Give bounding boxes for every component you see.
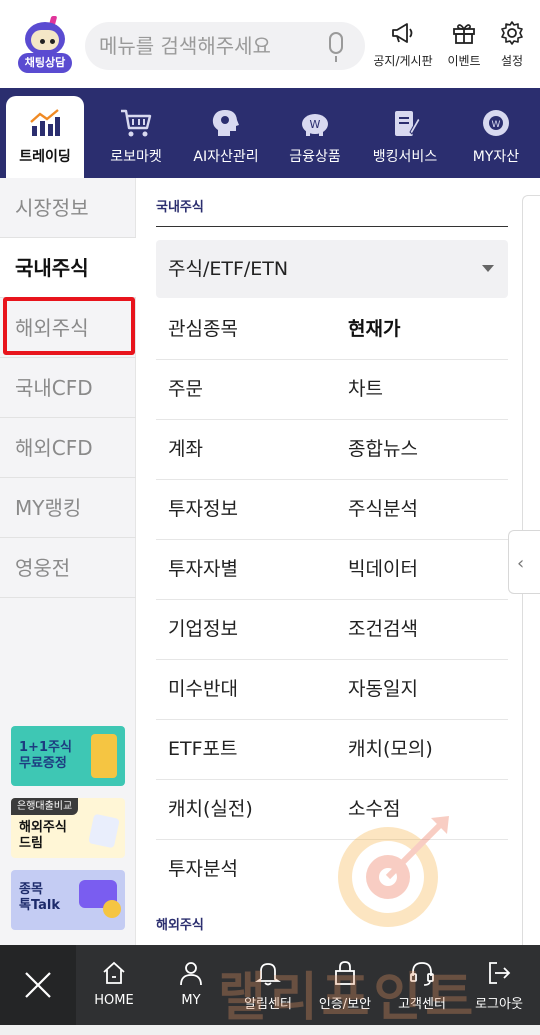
dropdown-value: 주식/ETF/ETN xyxy=(168,258,289,280)
sidebar-item-domestic-stocks[interactable]: 국내주식 xyxy=(0,238,136,298)
close-icon xyxy=(25,972,51,998)
tab-label: 로보마켓 xyxy=(110,149,162,165)
settings-button[interactable]: 설정 xyxy=(494,20,530,69)
red-highlight-box xyxy=(3,297,135,355)
tab-trading[interactable]: 트레이딩 xyxy=(6,96,84,178)
menu-search-input[interactable]: 메뉴를 검색해주세요 xyxy=(85,22,365,70)
menu-item-company-info[interactable]: 기업정보 xyxy=(156,599,336,659)
menu-item-chart[interactable]: 차트 xyxy=(336,359,508,419)
menu-item-catch-mock[interactable]: 캐치(모의) xyxy=(336,719,508,779)
tab-robomarket[interactable]: 로보마켓 xyxy=(100,88,172,178)
tab-ai-asset[interactable]: AI자산관리 xyxy=(184,88,268,178)
megaphone-icon xyxy=(392,23,413,43)
menu-item-watchlist[interactable]: 관심종목 xyxy=(156,299,336,359)
chatbot-robot-icon xyxy=(25,22,65,56)
promo-banner-free-stock[interactable]: 1+1주식 무료증정 xyxy=(11,726,125,786)
chevron-left-icon: ‹ xyxy=(517,553,525,574)
search-placeholder: 메뉴를 검색해주세요 xyxy=(99,34,271,58)
banner-line: 무료증정 xyxy=(19,756,67,771)
tab-label: 트레이딩 xyxy=(19,149,71,165)
menu-item-catch-real[interactable]: 캐치(실전) xyxy=(156,779,336,839)
tab-label: MY자산 xyxy=(472,149,520,165)
menu-item-auto-journal[interactable]: 자동일지 xyxy=(336,659,508,719)
menu-panel: 국내주식 주식/ETF/ETN 관심종목 현재가 주문 차트 계좌 종합뉴스 투… xyxy=(136,178,520,945)
category-dropdown[interactable]: 주식/ETF/ETN xyxy=(156,240,508,298)
notice-board-button[interactable]: 공지/게시판 xyxy=(370,20,436,69)
menu-item-news[interactable]: 종합뉴스 xyxy=(336,419,508,479)
trading-chart-icon xyxy=(30,109,60,136)
tab-label: 금융상품 xyxy=(289,149,341,165)
event-button[interactable]: 이벤트 xyxy=(444,20,484,69)
promo-banner-stock-talk[interactable]: 종목 톡Talk xyxy=(11,870,125,930)
section-divider xyxy=(156,226,508,227)
sidebar-item-my-ranking[interactable]: MY랭킹 xyxy=(0,478,136,538)
section-title: 국내주식 xyxy=(156,200,204,215)
notice-label: 공지/게시판 xyxy=(373,54,433,68)
bottom-label: HOME xyxy=(94,993,134,1008)
menu-item-etf-portfolio[interactable]: ETF포트 xyxy=(156,719,336,779)
left-sidebar: 시장정보 국내주식 해외주식 국내CFD 해외CFD MY랭킹 영웅전 1+1주… xyxy=(0,178,136,945)
gift-icon xyxy=(453,24,475,44)
microphone-icon[interactable] xyxy=(329,32,343,62)
menu-item-big-data[interactable]: 빅데이터 xyxy=(336,539,508,599)
person-icon xyxy=(180,962,202,986)
bottom-safe-area xyxy=(0,1025,540,1035)
tab-label: AI자산관리 xyxy=(193,149,259,165)
menu-item-order[interactable]: 주문 xyxy=(156,359,336,419)
menu-item-by-investor[interactable]: 투자자별 xyxy=(156,539,336,599)
tab-banking[interactable]: 뱅킹서비스 xyxy=(362,88,448,178)
card-illustration-icon xyxy=(88,813,120,849)
app-header: 채팅상담 메뉴를 검색해주세요 공지/게시판 이벤트 설정 xyxy=(0,0,540,88)
menu-item-investment-analysis[interactable]: 투자분석 xyxy=(156,839,336,899)
phone-illustration-icon xyxy=(91,734,117,778)
home-button[interactable]: HOME xyxy=(79,959,149,1008)
sidebar-item-domestic-cfd[interactable]: 국내CFD xyxy=(0,358,136,418)
menu-item-stock-analysis[interactable]: 주식분석 xyxy=(336,479,508,539)
emoji-face-icon xyxy=(103,900,121,918)
sidebar-item-heroes[interactable]: 영웅전 xyxy=(0,538,136,598)
panel-toggle-button[interactable]: ‹ xyxy=(508,530,540,594)
ai-head-icon xyxy=(212,110,239,136)
menu-item-current-price[interactable]: 현재가 xyxy=(336,299,508,359)
menu-item-account[interactable]: 계좌 xyxy=(156,419,336,479)
my-button[interactable]: MY xyxy=(156,959,226,1008)
banner-line: 1+1주식 xyxy=(19,740,72,755)
sidebar-item-market-info[interactable]: 시장정보 xyxy=(0,178,136,238)
shopping-cart-icon xyxy=(121,109,152,137)
menu-item-investment-info[interactable]: 투자정보 xyxy=(156,479,336,539)
banner-line: 톡Talk xyxy=(19,898,61,913)
chatbot-button[interactable]: 채팅상담 xyxy=(18,16,72,74)
svg-text:W: W xyxy=(492,120,501,130)
won-pie-icon: W xyxy=(483,110,509,136)
chatbot-label: 채팅상담 xyxy=(18,53,72,73)
top-category-nav: 트레이딩 로보마켓 AI자산관리 W 금융상품 뱅킹서비스 W MY자산 xyxy=(0,88,540,178)
tab-financial-products[interactable]: W 금융상품 xyxy=(278,88,352,178)
close-menu-button[interactable] xyxy=(0,945,76,1025)
tab-label: 뱅킹서비스 xyxy=(372,149,438,165)
document-pen-icon xyxy=(395,111,421,136)
banner-line: 해외주식 xyxy=(19,820,67,835)
event-label: 이벤트 xyxy=(447,54,481,68)
banner-line: 종목 xyxy=(19,882,43,897)
target-watermark-icon xyxy=(338,816,449,927)
gear-icon xyxy=(501,21,523,45)
banner-tag: 은행대출비교 xyxy=(11,798,79,815)
svg-text:W: W xyxy=(310,118,321,131)
home-icon xyxy=(103,961,125,984)
sidebar-item-overseas-cfd[interactable]: 해외CFD xyxy=(0,418,136,478)
settings-label: 설정 xyxy=(500,54,524,68)
menu-item-condition-search[interactable]: 조건검색 xyxy=(336,599,508,659)
logout-icon xyxy=(489,962,511,984)
tab-my-assets[interactable]: W MY자산 xyxy=(460,88,532,178)
piggy-bank-icon: W xyxy=(302,114,328,136)
brand-watermark: 랠리포인트 xyxy=(218,968,478,1028)
bottom-label: 로그아웃 xyxy=(475,997,523,1012)
next-section-title: 해외주식 xyxy=(156,918,204,933)
menu-item-reverse-trade[interactable]: 미수반대 xyxy=(156,659,336,719)
promo-banner-overseas-stock[interactable]: 은행대출비교 해외주식 드림 xyxy=(11,798,125,858)
caret-down-icon xyxy=(482,265,494,272)
bottom-label: MY xyxy=(181,993,201,1008)
banner-line: 드림 xyxy=(19,836,43,851)
